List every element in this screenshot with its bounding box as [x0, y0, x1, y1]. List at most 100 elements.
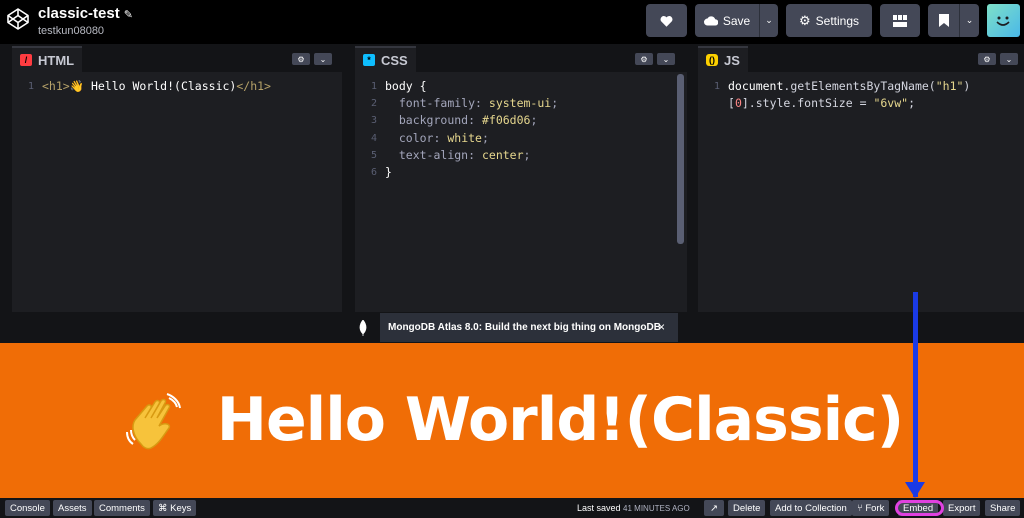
gear-icon: ⚙: [798, 12, 811, 28]
ad-link[interactable]: MongoDB Atlas 8.0: Build the next big th…: [380, 313, 678, 342]
last-saved-label: Last saved: [577, 503, 621, 513]
editor-area: / HTML ⚙ ⌄ 1 <h1> 👋 Hello World!(Classic) <…: [0, 44, 1024, 312]
css-settings-button[interactable]: ⚙: [635, 53, 653, 65]
code-token: white: [447, 130, 482, 145]
code-token: color: [398, 130, 434, 145]
console-button[interactable]: Console: [5, 500, 50, 516]
code-line: 5 text-align: center;: [355, 147, 687, 164]
username[interactable]: testkun08080: [38, 25, 133, 37]
css-code[interactable]: 1 body { 2 font-family: system-ui; 3 back…: [355, 78, 687, 181]
code-line: 1 document .getElementsByTagName("h1"): [698, 78, 1024, 95]
comments-button[interactable]: Comments: [94, 500, 150, 516]
code-token: 0: [734, 96, 742, 111]
html-editor-label: HTML: [38, 52, 75, 68]
embed-highlight-ring: [895, 500, 944, 516]
code-line: 3 background: #f06d06;: [355, 112, 687, 129]
code-token: body {: [385, 79, 427, 93]
js-code[interactable]: 1 document .getElementsByTagName("h1") [0]…: [698, 78, 1024, 112]
open-external-button[interactable]: ↗: [704, 500, 724, 516]
css-editor-panel[interactable]: * CSS ⚙ ⌄ 1 body { 2 font-family: system-…: [355, 44, 687, 312]
html-settings-button[interactable]: ⚙: [292, 53, 310, 65]
settings-label: Settings: [815, 13, 859, 28]
preview-heading-text: Hello World!(Classic): [216, 385, 904, 456]
chevron-down-icon: ⌄: [319, 54, 327, 64]
love-button[interactable]: [646, 4, 687, 37]
js-editor-label: JS: [724, 52, 740, 68]
code-token: system-ui: [488, 96, 552, 111]
code-token: ): [963, 79, 971, 93]
mongodb-leaf-icon: [359, 320, 367, 336]
last-saved-time: 41 MINUTES AGO: [623, 504, 690, 513]
chevron-down-icon: ⌄: [765, 15, 773, 25]
add-to-collection-button[interactable]: Add to Collection: [770, 500, 852, 516]
js-collapse-button[interactable]: ⌄: [1000, 53, 1018, 65]
assets-button[interactable]: Assets: [53, 500, 92, 516]
keys-button[interactable]: ⌘ Keys: [153, 500, 197, 516]
css-editor-tab[interactable]: * CSS: [355, 46, 416, 72]
code-token: "6vw": [873, 96, 909, 111]
css-collapse-button[interactable]: ⌄: [657, 53, 675, 65]
waving-hand-icon: [125, 392, 181, 450]
line-number: 1: [27, 81, 34, 92]
ad-text: MongoDB Atlas 8.0: Build the next big th…: [388, 322, 661, 333]
html-editor-tab[interactable]: / HTML: [12, 46, 83, 72]
annotation-arrow-shaft: [913, 292, 918, 497]
line-number: 2: [370, 98, 377, 110]
code-token: </h1>: [236, 79, 271, 93]
code-token: document: [728, 79, 784, 93]
top-header: classic-test ✎ testkun08080 Save ⌄ ⚙ Sett…: [0, 0, 1024, 44]
settings-button[interactable]: ⚙ Settings: [786, 4, 872, 37]
html-editor-header: / HTML ⚙ ⌄: [12, 44, 342, 72]
html-collapse-button[interactable]: ⌄: [314, 53, 332, 65]
codepen-logo-icon[interactable]: [6, 7, 30, 31]
pin-options-button[interactable]: ⌄: [959, 4, 979, 37]
line-number: 1: [370, 81, 377, 92]
code-token: .getElementsByTagName(: [783, 79, 936, 93]
bottom-toolbar: Console Assets Comments ⌘ Keys Last save…: [0, 498, 1024, 518]
pin-button[interactable]: [928, 4, 959, 37]
html-icon: /: [20, 54, 32, 66]
delete-button[interactable]: Delete: [728, 500, 766, 516]
code-token: ;: [908, 96, 915, 111]
heart-icon: [660, 15, 673, 27]
code-token: text-align: [398, 147, 469, 162]
html-editor-panel[interactable]: / HTML ⚙ ⌄ 1 <h1> 👋 Hello World!(Classic) <…: [12, 44, 342, 312]
code-token: font-family: [398, 96, 476, 111]
line-number: 6: [370, 167, 377, 179]
code-token: ].style.fontSize =: [741, 96, 874, 111]
code-line: 2 font-family: system-ui;: [355, 95, 687, 112]
avatar-face-icon: [996, 16, 1010, 26]
gear-icon: ⚙: [640, 54, 648, 64]
pencil-icon[interactable]: ✎: [124, 9, 133, 21]
code-token: [: [728, 96, 735, 111]
save-label: Save: [722, 13, 751, 28]
user-avatar[interactable]: [987, 4, 1020, 37]
html-code[interactable]: 1 <h1> 👋 Hello World!(Classic) </h1>: [12, 78, 342, 95]
css-editor-header: * CSS ⚙ ⌄: [355, 44, 687, 72]
line-number: 5: [370, 149, 377, 161]
css-editor-scrollbar[interactable]: [677, 74, 684, 244]
share-button[interactable]: Share: [985, 500, 1021, 516]
pen-title[interactable]: classic-test: [38, 5, 120, 22]
save-options-button[interactable]: ⌄: [759, 4, 778, 37]
chevron-down-icon: ⌄: [965, 15, 974, 25]
line-number: 1: [713, 81, 720, 92]
css-editor-label: CSS: [381, 52, 408, 68]
change-view-button[interactable]: [880, 4, 920, 37]
code-token: center: [481, 147, 524, 162]
js-settings-button[interactable]: ⚙: [978, 53, 996, 65]
cloud-icon: [703, 15, 718, 26]
css-icon: *: [363, 54, 375, 66]
export-button[interactable]: Export: [943, 500, 981, 516]
annotation-arrow-head: [905, 482, 925, 498]
preview-heading: Hello World!(Classic): [121, 385, 904, 456]
js-icon: (): [706, 54, 718, 66]
code-line: 1 body {: [355, 78, 687, 95]
gear-icon: ⚙: [983, 54, 991, 64]
save-button[interactable]: Save: [695, 4, 759, 37]
fork-button[interactable]: ⑂ Fork: [852, 500, 890, 516]
ad-close-button[interactable]: ×: [658, 320, 665, 334]
js-editor-tab[interactable]: () JS: [698, 46, 748, 72]
result-preview[interactable]: Hello World!(Classic): [0, 343, 1024, 498]
js-editor-panel[interactable]: () JS ⚙ ⌄ 1 document .getElementsByTagName…: [698, 44, 1024, 312]
